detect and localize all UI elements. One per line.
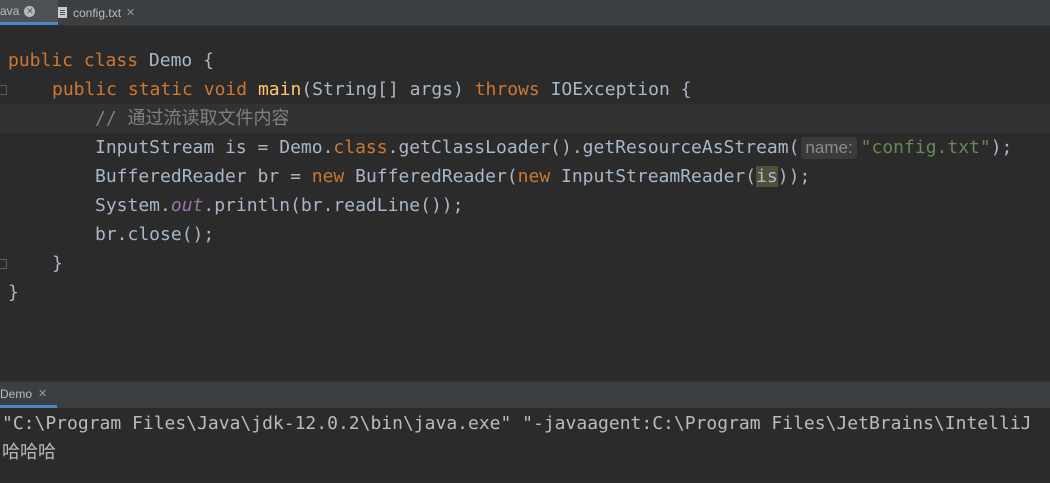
close-icon[interactable]: ✕ (38, 387, 47, 400)
console-line-output: 哈哈哈 (2, 442, 56, 463)
code-line-6: System.out.println(br.readLine()); (95, 195, 464, 216)
parameter-hint: name: (801, 137, 857, 159)
code-line-4: InputStream is = Demo.class.getClassLoad… (95, 137, 1013, 159)
code-line-3: // 通过流读取文件内容 (0, 104, 1050, 133)
code-line-2: public static void main(String[] args) t… (52, 79, 692, 100)
close-icon[interactable]: ✕ (24, 5, 36, 17)
tab-demo-java[interactable]: ava ✕ (0, 0, 58, 25)
code-line-1: public class Demo { (8, 50, 214, 71)
editor-tab-bar: ava ✕ config.txt ✕ (0, 0, 1050, 26)
run-console[interactable]: "C:\Program Files\Java\jdk-12.0.2\bin\ja… (0, 408, 1050, 483)
tab-label: ava (0, 4, 20, 18)
code-editor[interactable]: public class Demo { public static void m… (0, 26, 1050, 381)
code-line-7: br.close(); (95, 224, 215, 245)
run-tab-demo[interactable]: Demo ✕ (0, 382, 58, 408)
code-line-5: BufferedReader br = new BufferedReader(n… (95, 166, 811, 187)
code-line-8: } (52, 253, 63, 274)
text-file-icon (58, 7, 67, 18)
close-icon[interactable]: ✕ (126, 6, 135, 19)
tab-label: config.txt (73, 5, 122, 20)
tab-config-txt[interactable]: config.txt ✕ (58, 0, 135, 25)
console-line-command: "C:\Program Files\Java\jdk-12.0.2\bin\ja… (2, 413, 1032, 434)
code-line-9: } (8, 282, 19, 303)
run-tab-label: Demo (0, 386, 33, 401)
run-tool-window-header: Demo ✕ (0, 381, 1050, 408)
highlighted-variable: is (756, 166, 778, 187)
